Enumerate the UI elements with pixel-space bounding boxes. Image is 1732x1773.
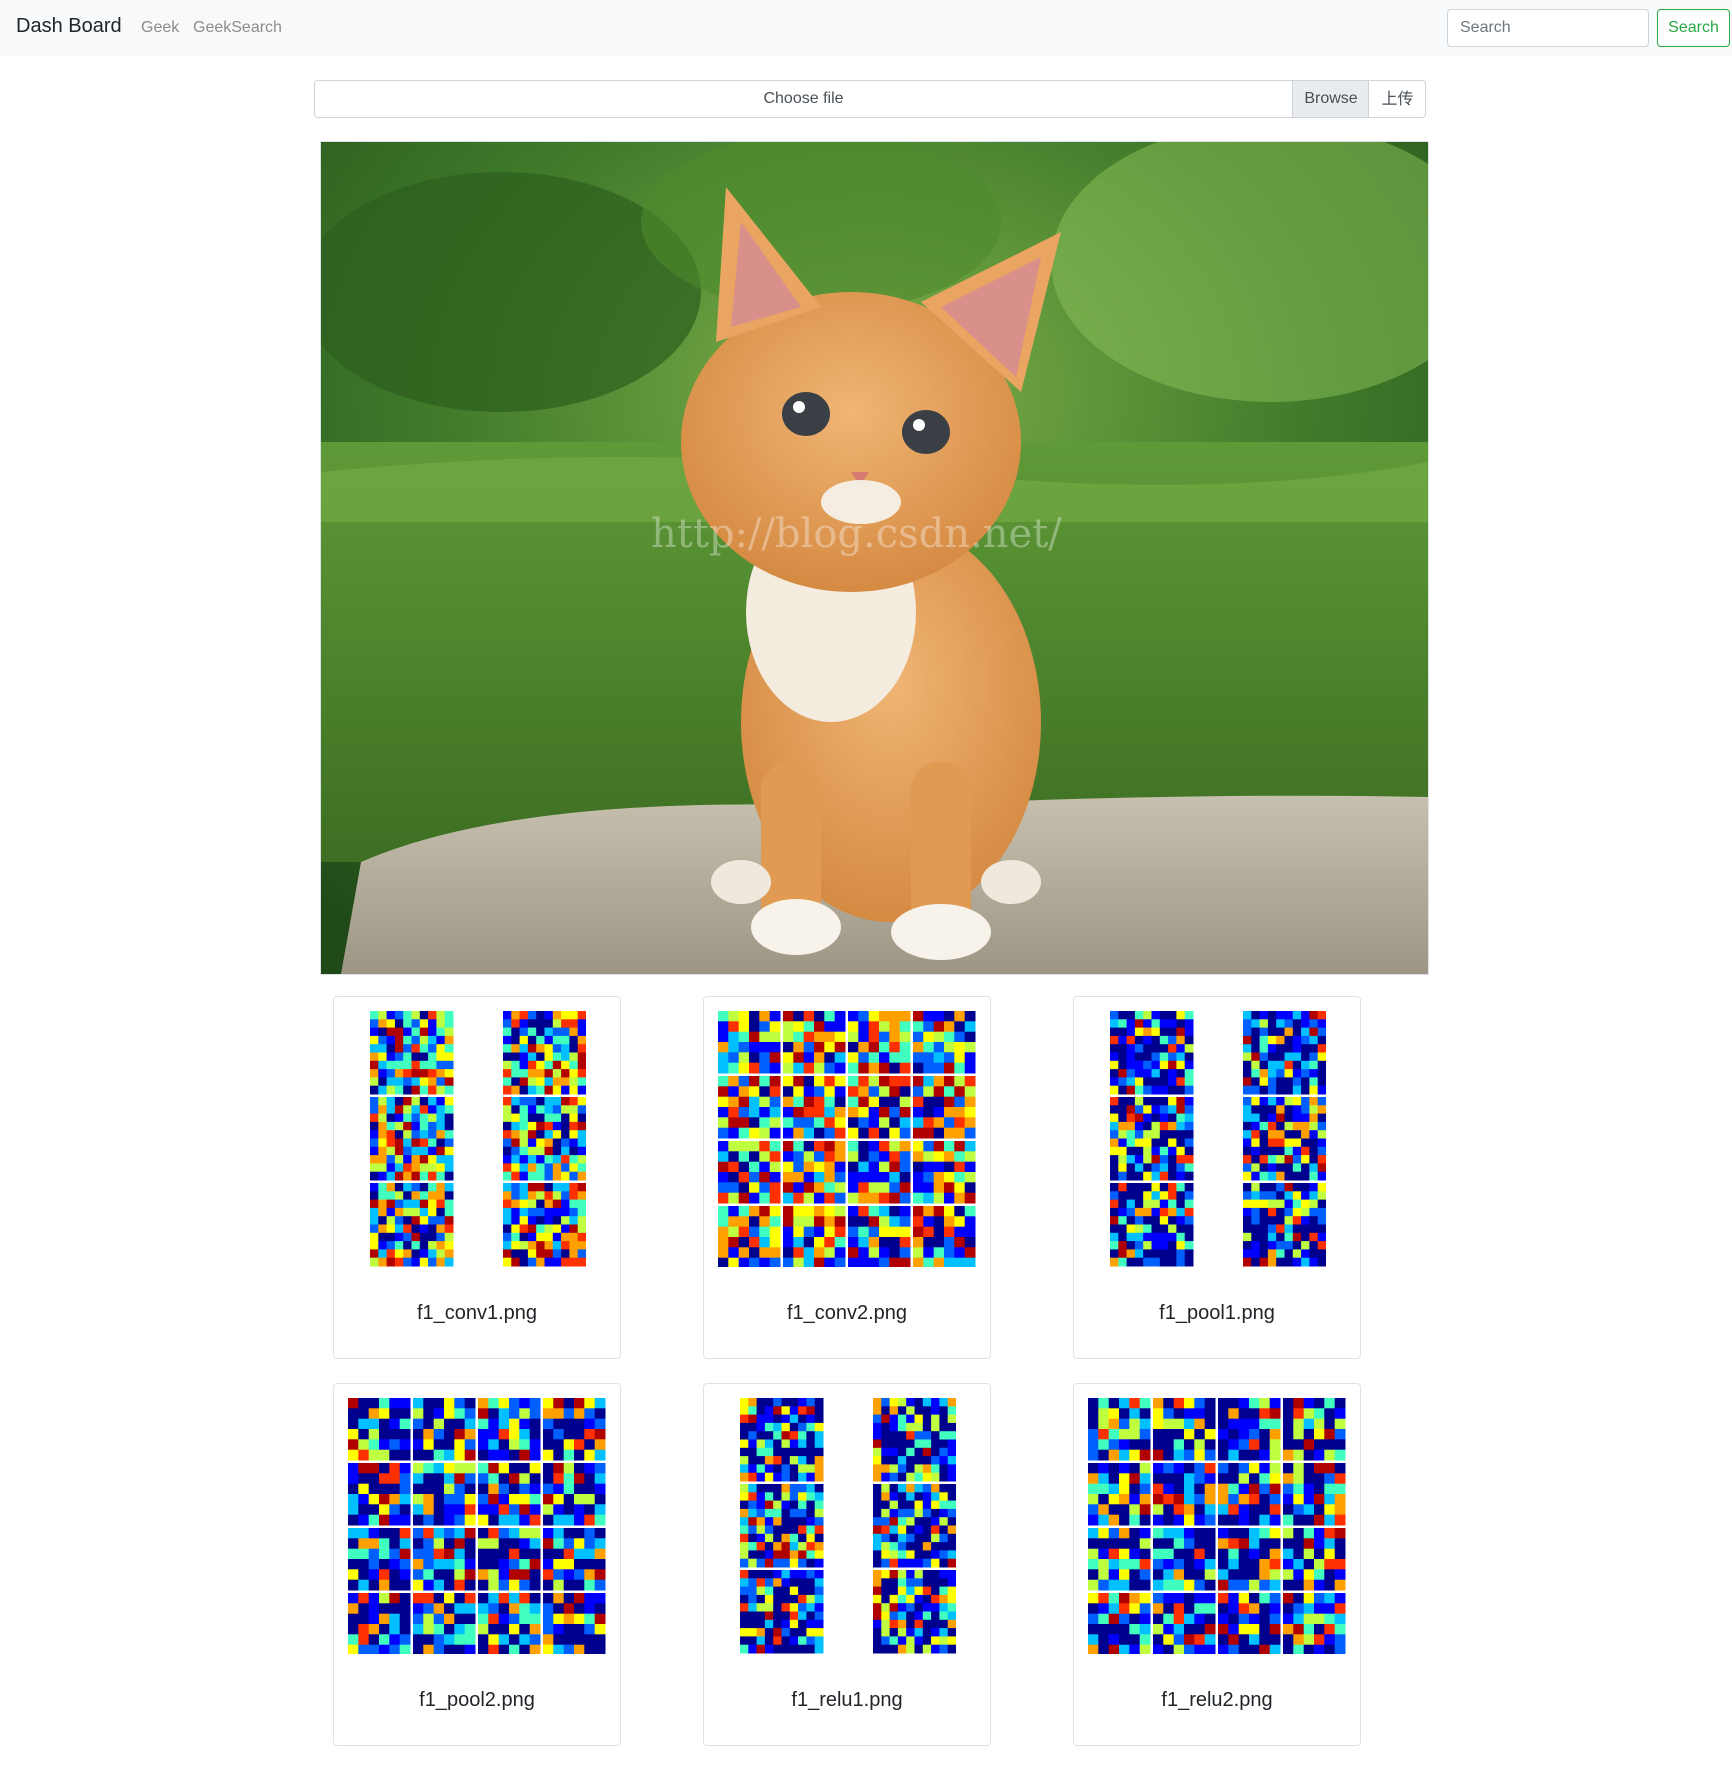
feature-card-title: f1_conv2.png bbox=[786, 1302, 908, 1324]
feature-map-image-relu2 bbox=[1088, 1398, 1346, 1654]
feature-card-pool2: f1_pool2.png bbox=[333, 1383, 621, 1746]
browse-button[interactable]: Browse bbox=[1292, 81, 1369, 117]
feature-card-title: f1_relu1.png bbox=[791, 1689, 903, 1711]
feature-map-image-pool1 bbox=[1110, 1011, 1326, 1267]
feature-card-title: f1_relu2.png bbox=[1161, 1689, 1273, 1711]
feature-card-title: f1_pool1.png bbox=[1159, 1302, 1275, 1324]
search-button[interactable]: Search bbox=[1657, 9, 1730, 47]
search-input[interactable] bbox=[1447, 9, 1649, 47]
nav-link-geek[interactable]: Geek bbox=[141, 19, 179, 37]
brand[interactable]: Dash Board bbox=[16, 15, 122, 38]
feature-card-relu1: f1_relu1.png bbox=[703, 1383, 991, 1746]
file-input[interactable]: Choose file bbox=[315, 81, 1292, 117]
upload-button[interactable]: 上传 bbox=[1368, 81, 1426, 117]
feature-card-relu2: f1_relu2.png bbox=[1073, 1383, 1361, 1746]
feature-map-image-conv2 bbox=[718, 1011, 976, 1267]
uploaded-image: http://blog.csdn.net/ bbox=[320, 141, 1429, 975]
feature-card-title: f1_pool2.png bbox=[419, 1689, 535, 1711]
feature-map-image-relu1 bbox=[740, 1398, 956, 1654]
feature-card-pool1: f1_pool1.png bbox=[1073, 996, 1361, 1359]
nav-link-geeksearch[interactable]: GeekSearch bbox=[193, 19, 282, 37]
file-upload-group: Choose file Browse 上传 bbox=[314, 80, 1426, 118]
navbar: Dash Board Geek GeekSearch Search bbox=[0, 0, 1732, 56]
kitten-image: http://blog.csdn.net/ bbox=[321, 142, 1428, 974]
feature-card-title: f1_conv1.png bbox=[416, 1302, 538, 1324]
feature-map-image-pool2 bbox=[348, 1398, 606, 1654]
feature-card-conv1: f1_conv1.png bbox=[333, 996, 621, 1359]
feature-map-image-conv1 bbox=[370, 1011, 586, 1267]
feature-card-conv2: f1_conv2.png bbox=[703, 996, 991, 1359]
watermark-text: http://blog.csdn.net/ bbox=[651, 511, 1062, 557]
